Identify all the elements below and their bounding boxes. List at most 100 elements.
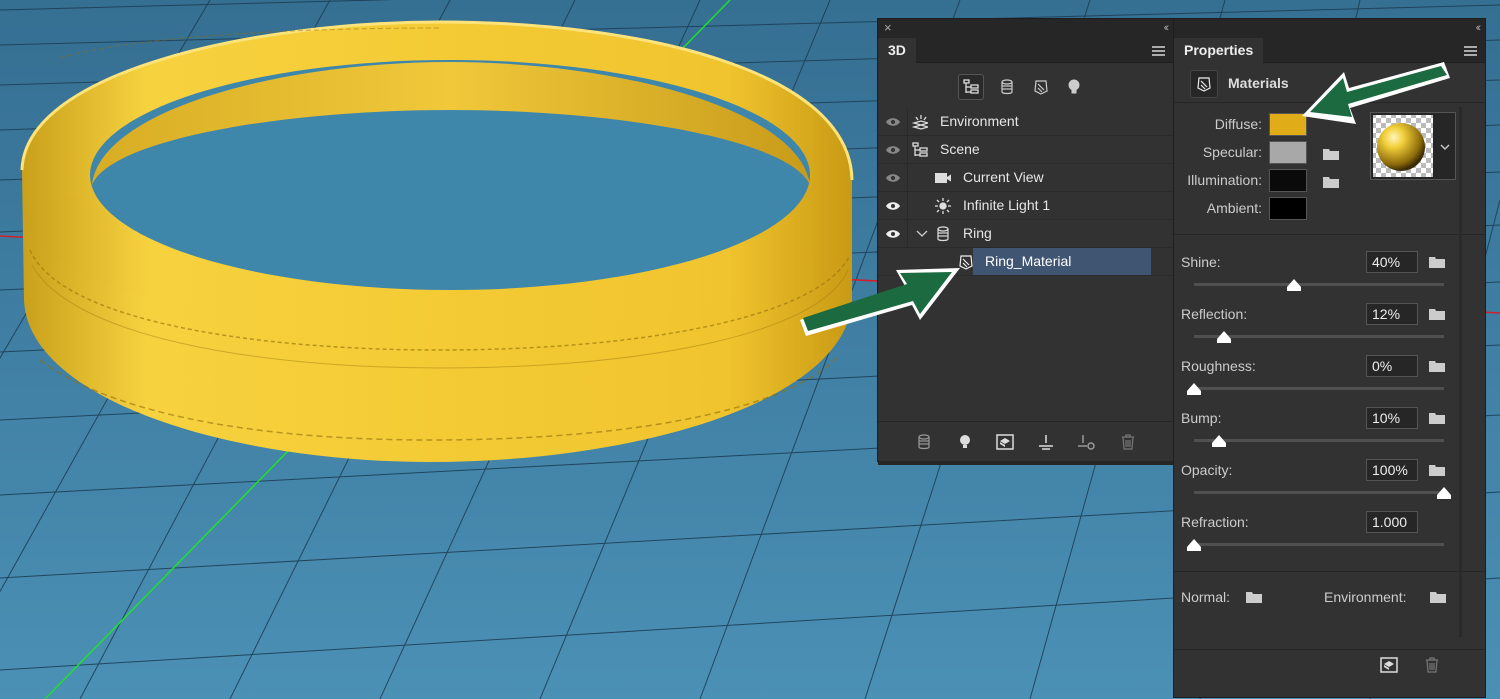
collapse-icon[interactable]: ‹‹ xyxy=(1164,20,1170,36)
diffuse-label: Diffuse: xyxy=(1214,116,1262,132)
bump-label: Bump: xyxy=(1181,410,1222,426)
material-preview[interactable] xyxy=(1370,112,1456,180)
scrollbar[interactable] xyxy=(1459,107,1462,637)
mesh-filter-icon[interactable] xyxy=(994,74,1020,100)
folder-icon[interactable] xyxy=(1428,254,1446,268)
specular-swatch[interactable] xyxy=(1269,141,1307,164)
specular-row: Specular: xyxy=(1174,138,1374,166)
normal-folder-icon[interactable] xyxy=(1245,589,1263,603)
shine-row: Shine: 40% xyxy=(1174,251,1464,303)
illumination-label: Illumination: xyxy=(1187,172,1262,188)
mesh-icon xyxy=(935,226,951,242)
layer-label: Ring xyxy=(963,225,992,241)
roughness-value-field[interactable]: 0% xyxy=(1366,355,1418,377)
shine-slider-track[interactable] xyxy=(1194,283,1444,286)
toggle-extras-icon[interactable] xyxy=(1076,432,1096,452)
folder-icon[interactable] xyxy=(1322,174,1340,188)
bump-slider-thumb[interactable] xyxy=(1212,435,1226,447)
environment-icon xyxy=(912,114,928,130)
roughness-slider-track[interactable] xyxy=(1194,387,1444,390)
opacity-slider-track[interactable] xyxy=(1194,491,1444,494)
ground-plane-icon[interactable] xyxy=(1036,432,1056,452)
eye-icon[interactable] xyxy=(878,192,908,219)
reflection-slider-track[interactable] xyxy=(1194,335,1444,338)
panel-titlebar: ‹‹ xyxy=(1174,19,1485,38)
layer-ring[interactable]: Ring xyxy=(878,220,1173,248)
layer-label: Current View xyxy=(963,169,1044,185)
texture-maps-row: Normal: Environment: xyxy=(1174,589,1464,629)
normal-label: Normal: xyxy=(1181,589,1231,605)
layer-current-view[interactable]: Current View xyxy=(878,164,1173,192)
eye-icon[interactable] xyxy=(878,136,908,163)
folder-icon[interactable] xyxy=(1428,462,1446,476)
ambient-row: Ambient: xyxy=(1174,194,1374,222)
layer-infinite-light[interactable]: Infinite Light 1 xyxy=(878,192,1173,220)
chevron-down-icon[interactable] xyxy=(914,226,930,242)
panel-menu-icon[interactable] xyxy=(1464,46,1477,56)
reflection-slider-thumb[interactable] xyxy=(1217,331,1231,343)
scene-icon xyxy=(912,142,928,158)
panel-resize-grip[interactable] xyxy=(878,461,1175,465)
panel-menu-icon[interactable] xyxy=(1152,46,1165,56)
add-light-icon[interactable] xyxy=(955,432,975,452)
filter-toolbar xyxy=(878,63,1173,105)
folder-icon[interactable] xyxy=(1428,358,1446,372)
eye-icon[interactable] xyxy=(878,108,908,135)
diffuse-swatch[interactable] xyxy=(1269,113,1307,136)
material-icon xyxy=(958,254,974,270)
ambient-swatch[interactable] xyxy=(1269,197,1307,220)
shine-label: Shine: xyxy=(1181,254,1221,270)
divider xyxy=(1174,234,1485,235)
bump-row: Bump: 10% xyxy=(1174,407,1464,459)
properties-bottom-toolbar xyxy=(1174,649,1485,681)
add-mesh-icon[interactable] xyxy=(914,432,934,452)
whole-scene-filter-icon[interactable] xyxy=(958,74,984,100)
reflection-value-field[interactable]: 12% xyxy=(1366,303,1418,325)
close-icon[interactable]: × xyxy=(884,20,892,36)
trash-icon[interactable] xyxy=(1118,432,1138,452)
eye-icon[interactable] xyxy=(878,164,908,191)
tab-3d[interactable]: 3D xyxy=(878,38,916,63)
shine-value-field[interactable]: 40% xyxy=(1366,251,1418,273)
layer-label: Ring_Material xyxy=(985,253,1072,269)
trash-icon[interactable] xyxy=(1425,657,1439,673)
layers-list: Environment Scene Current View Infinite … xyxy=(878,108,1173,276)
opacity-slider-thumb[interactable] xyxy=(1437,487,1451,499)
light-filter-icon[interactable] xyxy=(1061,74,1087,100)
material-icon xyxy=(1190,70,1218,98)
refraction-slider-track[interactable] xyxy=(1194,543,1444,546)
layer-label: Infinite Light 1 xyxy=(963,197,1051,213)
roughness-label: Roughness: xyxy=(1181,358,1256,374)
layer-label: Environment xyxy=(940,113,1019,129)
layer-environment[interactable]: Environment xyxy=(878,108,1173,136)
3d-panel-bottom-toolbar xyxy=(878,421,1173,461)
bump-value-field[interactable]: 10% xyxy=(1366,407,1418,429)
folder-icon[interactable] xyxy=(1428,410,1446,424)
3d-panel: × ‹‹ 3D Environment Scene Current View I… xyxy=(877,18,1175,465)
diffuse-row: Diffuse: xyxy=(1174,110,1374,138)
refraction-slider-thumb[interactable] xyxy=(1187,539,1201,551)
tab-properties[interactable]: Properties xyxy=(1174,38,1264,63)
light-icon xyxy=(935,198,951,214)
illumination-swatch[interactable] xyxy=(1269,169,1307,192)
refraction-value-field[interactable]: 1.000 xyxy=(1366,511,1418,533)
eye-icon[interactable] xyxy=(878,220,908,247)
layer-ring-material[interactable]: Ring_Material xyxy=(878,248,1173,276)
bump-slider-track[interactable] xyxy=(1194,439,1444,442)
collapse-icon[interactable]: ‹‹ xyxy=(1476,20,1482,36)
3d-tab-bar: 3D xyxy=(878,38,1173,63)
layer-scene[interactable]: Scene xyxy=(878,136,1173,164)
material-filter-icon[interactable] xyxy=(1028,74,1054,100)
roughness-row: Roughness: 0% xyxy=(1174,355,1464,407)
roughness-slider-thumb[interactable] xyxy=(1187,383,1201,395)
opacity-value-field[interactable]: 100% xyxy=(1366,459,1418,481)
gold-ring[interactable] xyxy=(20,20,854,462)
render-icon[interactable] xyxy=(1380,657,1398,673)
illumination-row: Illumination: xyxy=(1174,166,1374,194)
shine-slider-thumb[interactable] xyxy=(1287,279,1301,291)
folder-icon[interactable] xyxy=(1322,146,1340,160)
render-icon[interactable] xyxy=(995,432,1015,452)
folder-icon[interactable] xyxy=(1428,306,1446,320)
environment-folder-icon[interactable] xyxy=(1429,589,1447,603)
section-title: Materials xyxy=(1228,75,1289,91)
